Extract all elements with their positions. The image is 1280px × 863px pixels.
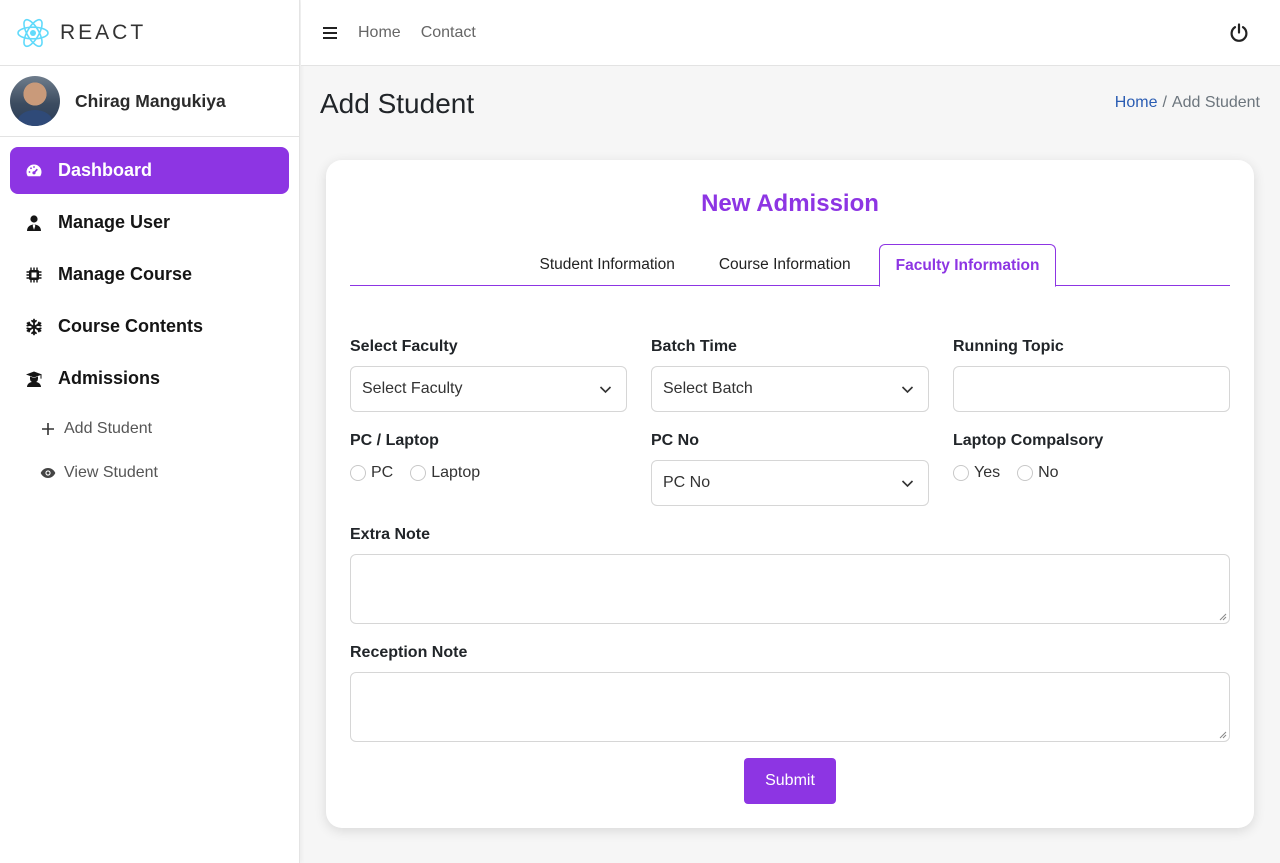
breadcrumb-home-link[interactable]: Home — [1115, 94, 1158, 111]
chevron-down-icon — [599, 386, 612, 394]
top-navbar: Home Contact — [301, 0, 1280, 66]
nav-link-contact[interactable]: Contact — [421, 24, 476, 42]
tab-course-information[interactable]: Course Information — [703, 244, 867, 286]
sidebar-item-label: Dashboard — [58, 160, 153, 180]
sidebar-item-label: Manage User — [58, 212, 171, 232]
resize-handle-icon[interactable] — [1219, 613, 1227, 621]
sidebar-item-label: Manage Course — [58, 264, 193, 284]
select-faculty-value: Select Faculty — [362, 380, 463, 397]
sidebar-item-admissions[interactable]: Admissions — [10, 355, 289, 402]
batch-time-label: Batch Time — [651, 338, 737, 355]
user-panel[interactable]: Chirag Mangukiya — [0, 66, 299, 137]
sidebar: REACT Chirag Mangukiya Dashboard Manage … — [0, 0, 300, 863]
reception-note-textarea[interactable] — [350, 672, 1230, 742]
pc-no-dropdown[interactable]: PC No — [651, 460, 929, 506]
admission-form-card: New Admission Student Information Course… — [326, 160, 1254, 828]
graduate-icon — [24, 369, 44, 389]
sidebar-item-course-contents[interactable]: Course Contents — [10, 303, 289, 350]
avatar — [10, 76, 60, 126]
batch-time-value: Select Batch — [663, 380, 753, 397]
tab-student-information[interactable]: Student Information — [524, 244, 691, 286]
user-tie-icon — [24, 213, 44, 233]
power-icon[interactable] — [1228, 22, 1250, 44]
chevron-down-icon — [901, 480, 914, 488]
running-topic-input[interactable] — [953, 366, 1230, 412]
laptop-compulsory-label: Laptop Compalsory — [953, 432, 1104, 449]
resize-handle-icon[interactable] — [1219, 731, 1227, 739]
sidebar-subitem-add-student[interactable]: Add Student — [10, 407, 289, 451]
pc-radio-label: PC — [371, 464, 394, 481]
breadcrumb-separator: / — [1162, 94, 1167, 111]
dashboard-gauge-icon — [24, 161, 44, 181]
laptop-radio[interactable] — [410, 465, 427, 481]
page-title: Add Student — [320, 88, 475, 119]
sidebar-subitem-view-student[interactable]: View Student — [10, 451, 289, 495]
no-radio[interactable] — [1017, 465, 1034, 481]
sidebar-subitem-label: Add Student — [64, 420, 153, 437]
pc-radio[interactable] — [350, 465, 366, 481]
sidebar-item-manage-user[interactable]: Manage User — [10, 199, 289, 246]
chevron-down-icon — [901, 386, 914, 394]
pc-laptop-radio-group: PC Laptop — [350, 464, 497, 482]
plus-icon — [40, 421, 56, 437]
hamburger-icon[interactable] — [322, 26, 338, 40]
yes-radio[interactable] — [953, 465, 969, 481]
pc-laptop-label: PC / Laptop — [350, 432, 439, 449]
brand[interactable]: REACT — [0, 0, 299, 66]
brand-name: REACT — [60, 20, 147, 44]
sidebar-subitem-label: View Student — [64, 464, 158, 481]
snowflake-icon — [24, 317, 44, 337]
submit-button[interactable]: Submit — [744, 758, 836, 804]
laptop-compulsory-radio-group: Yes No — [953, 464, 1076, 482]
no-radio-label: No — [1038, 464, 1059, 481]
sidebar-item-manage-course[interactable]: Manage Course — [10, 251, 289, 298]
sidebar-item-dashboard[interactable]: Dashboard — [10, 147, 289, 194]
nav-link-home[interactable]: Home — [358, 24, 401, 42]
pc-no-label: PC No — [651, 432, 699, 449]
form-tabs: Student Information Course Information F… — [350, 244, 1230, 287]
microchip-icon — [24, 265, 44, 285]
user-name: Chirag Mangukiya — [75, 90, 226, 111]
extra-note-textarea[interactable] — [350, 554, 1230, 624]
extra-note-label: Extra Note — [350, 526, 431, 543]
laptop-radio-label: Laptop — [431, 464, 481, 481]
sidebar-nav: Dashboard Manage User Manage Course Cour… — [0, 137, 299, 495]
reception-note-label: Reception Note — [350, 644, 468, 661]
form-title: New Admission — [701, 190, 879, 217]
breadcrumb-current: Add Student — [1171, 94, 1260, 111]
sidebar-item-label: Course Contents — [58, 316, 204, 336]
sidebar-item-label: Admissions — [58, 368, 161, 388]
select-faculty-label: Select Faculty — [350, 338, 458, 355]
breadcrumb: Home / Add Student — [1115, 94, 1260, 112]
react-logo-icon — [17, 18, 49, 47]
eye-icon — [40, 465, 56, 481]
tab-faculty-information[interactable]: Faculty Information — [878, 244, 1057, 287]
select-faculty-dropdown[interactable]: Select Faculty — [350, 366, 627, 412]
yes-radio-label: Yes — [974, 464, 1001, 481]
batch-time-dropdown[interactable]: Select Batch — [651, 366, 929, 412]
pc-no-value: PC No — [663, 474, 711, 491]
running-topic-label: Running Topic — [953, 338, 1064, 355]
